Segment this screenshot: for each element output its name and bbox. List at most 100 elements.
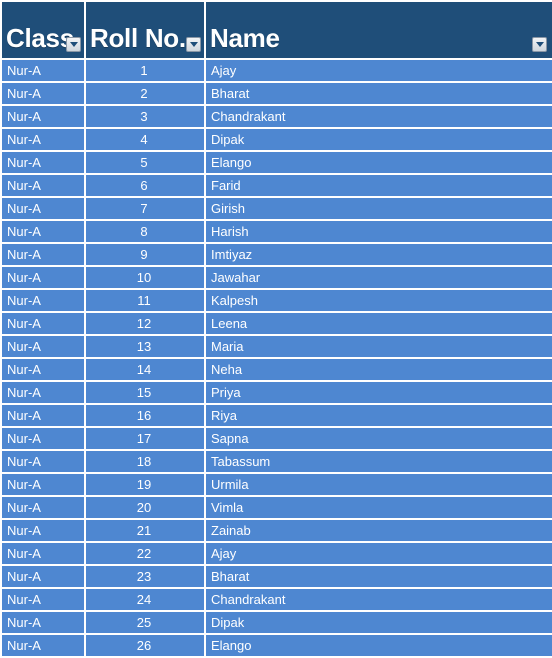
cell-roll_no[interactable]: 2	[84, 81, 204, 104]
table-row[interactable]: Nur-A 13 Maria	[0, 334, 552, 357]
filter-dropdown-icon-name[interactable]	[532, 37, 547, 52]
column-header-roll-no[interactable]: Roll No.	[84, 0, 204, 58]
cell-roll_no[interactable]: 18	[84, 449, 204, 472]
cell-name[interactable]: Jawahar	[204, 265, 552, 288]
cell-class[interactable]: Nur-A	[0, 58, 84, 81]
cell-name[interactable]: Bharat	[204, 564, 552, 587]
cell-name[interactable]: Ajay	[204, 58, 552, 81]
cell-name[interactable]: Tabassum	[204, 449, 552, 472]
table-row[interactable]: Nur-A 22 Ajay	[0, 541, 552, 564]
cell-name[interactable]: Maria	[204, 334, 552, 357]
cell-name[interactable]: Vimla	[204, 495, 552, 518]
cell-roll_no[interactable]: 17	[84, 426, 204, 449]
cell-roll_no[interactable]: 15	[84, 380, 204, 403]
table-row[interactable]: Nur-A 6 Farid	[0, 173, 552, 196]
cell-name[interactable]: Bharat	[204, 81, 552, 104]
cell-class[interactable]: Nur-A	[0, 426, 84, 449]
cell-roll_no[interactable]: 21	[84, 518, 204, 541]
table-row[interactable]: Nur-A 3 Chandrakant	[0, 104, 552, 127]
cell-class[interactable]: Nur-A	[0, 311, 84, 334]
cell-class[interactable]: Nur-A	[0, 334, 84, 357]
cell-roll_no[interactable]: 19	[84, 472, 204, 495]
table-row[interactable]: Nur-A 5 Elango	[0, 150, 552, 173]
cell-class[interactable]: Nur-A	[0, 127, 84, 150]
table-row[interactable]: Nur-A 11 Kalpesh	[0, 288, 552, 311]
column-header-name[interactable]: Name	[204, 0, 552, 58]
cell-roll_no[interactable]: 16	[84, 403, 204, 426]
cell-class[interactable]: Nur-A	[0, 495, 84, 518]
table-row[interactable]: Nur-A 17 Sapna	[0, 426, 552, 449]
table-row[interactable]: Nur-A 7 Girish	[0, 196, 552, 219]
cell-class[interactable]: Nur-A	[0, 357, 84, 380]
table-row[interactable]: Nur-A 8 Harish	[0, 219, 552, 242]
cell-class[interactable]: Nur-A	[0, 104, 84, 127]
table-row[interactable]: Nur-A 23 Bharat	[0, 564, 552, 587]
table-row[interactable]: Nur-A 10 Jawahar	[0, 265, 552, 288]
cell-class[interactable]: Nur-A	[0, 265, 84, 288]
cell-name[interactable]: Harish	[204, 219, 552, 242]
cell-class[interactable]: Nur-A	[0, 472, 84, 495]
cell-roll_no[interactable]: 6	[84, 173, 204, 196]
cell-roll_no[interactable]: 4	[84, 127, 204, 150]
column-header-class[interactable]: Class	[0, 0, 84, 58]
cell-class[interactable]: Nur-A	[0, 219, 84, 242]
cell-roll_no[interactable]: 23	[84, 564, 204, 587]
cell-class[interactable]: Nur-A	[0, 242, 84, 265]
cell-class[interactable]: Nur-A	[0, 610, 84, 633]
cell-name[interactable]: Sapna	[204, 426, 552, 449]
table-row[interactable]: Nur-A 12 Leena	[0, 311, 552, 334]
cell-roll_no[interactable]: 10	[84, 265, 204, 288]
cell-roll_no[interactable]: 13	[84, 334, 204, 357]
cell-class[interactable]: Nur-A	[0, 633, 84, 656]
filter-dropdown-icon-roll-no[interactable]	[186, 37, 201, 52]
cell-roll_no[interactable]: 24	[84, 587, 204, 610]
cell-roll_no[interactable]: 7	[84, 196, 204, 219]
cell-class[interactable]: Nur-A	[0, 81, 84, 104]
cell-roll_no[interactable]: 8	[84, 219, 204, 242]
table-row[interactable]: Nur-A 21 Zainab	[0, 518, 552, 541]
cell-roll_no[interactable]: 5	[84, 150, 204, 173]
cell-roll_no[interactable]: 20	[84, 495, 204, 518]
cell-roll_no[interactable]: 1	[84, 58, 204, 81]
table-row[interactable]: Nur-A 9 Imtiyaz	[0, 242, 552, 265]
cell-name[interactable]: Dipak	[204, 127, 552, 150]
cell-class[interactable]: Nur-A	[0, 288, 84, 311]
cell-name[interactable]: Farid	[204, 173, 552, 196]
filter-dropdown-icon-class[interactable]	[66, 37, 81, 52]
table-row[interactable]: Nur-A 1 Ajay	[0, 58, 552, 81]
cell-name[interactable]: Girish	[204, 196, 552, 219]
cell-name[interactable]: Urmila	[204, 472, 552, 495]
table-row[interactable]: Nur-A 16 Riya	[0, 403, 552, 426]
table-row[interactable]: Nur-A 14 Neha	[0, 357, 552, 380]
table-row[interactable]: Nur-A 20 Vimla	[0, 495, 552, 518]
table-row[interactable]: Nur-A 15 Priya	[0, 380, 552, 403]
cell-roll_no[interactable]: 3	[84, 104, 204, 127]
cell-name[interactable]: Chandrakant	[204, 587, 552, 610]
cell-roll_no[interactable]: 26	[84, 633, 204, 656]
cell-name[interactable]: Ajay	[204, 541, 552, 564]
cell-class[interactable]: Nur-A	[0, 541, 84, 564]
cell-name[interactable]: Riya	[204, 403, 552, 426]
cell-name[interactable]: Kalpesh	[204, 288, 552, 311]
cell-class[interactable]: Nur-A	[0, 449, 84, 472]
cell-name[interactable]: Elango	[204, 150, 552, 173]
table-row[interactable]: Nur-A 25 Dipak	[0, 610, 552, 633]
cell-class[interactable]: Nur-A	[0, 564, 84, 587]
cell-name[interactable]: Leena	[204, 311, 552, 334]
cell-class[interactable]: Nur-A	[0, 587, 84, 610]
table-row[interactable]: Nur-A 4 Dipak	[0, 127, 552, 150]
cell-roll_no[interactable]: 22	[84, 541, 204, 564]
cell-name[interactable]: Chandrakant	[204, 104, 552, 127]
cell-name[interactable]: Neha	[204, 357, 552, 380]
cell-class[interactable]: Nur-A	[0, 173, 84, 196]
cell-class[interactable]: Nur-A	[0, 380, 84, 403]
table-row[interactable]: Nur-A 18 Tabassum	[0, 449, 552, 472]
cell-roll_no[interactable]: 25	[84, 610, 204, 633]
table-row[interactable]: Nur-A 24 Chandrakant	[0, 587, 552, 610]
cell-roll_no[interactable]: 9	[84, 242, 204, 265]
cell-class[interactable]: Nur-A	[0, 196, 84, 219]
cell-name[interactable]: Dipak	[204, 610, 552, 633]
cell-class[interactable]: Nur-A	[0, 518, 84, 541]
cell-class[interactable]: Nur-A	[0, 403, 84, 426]
cell-name[interactable]: Imtiyaz	[204, 242, 552, 265]
